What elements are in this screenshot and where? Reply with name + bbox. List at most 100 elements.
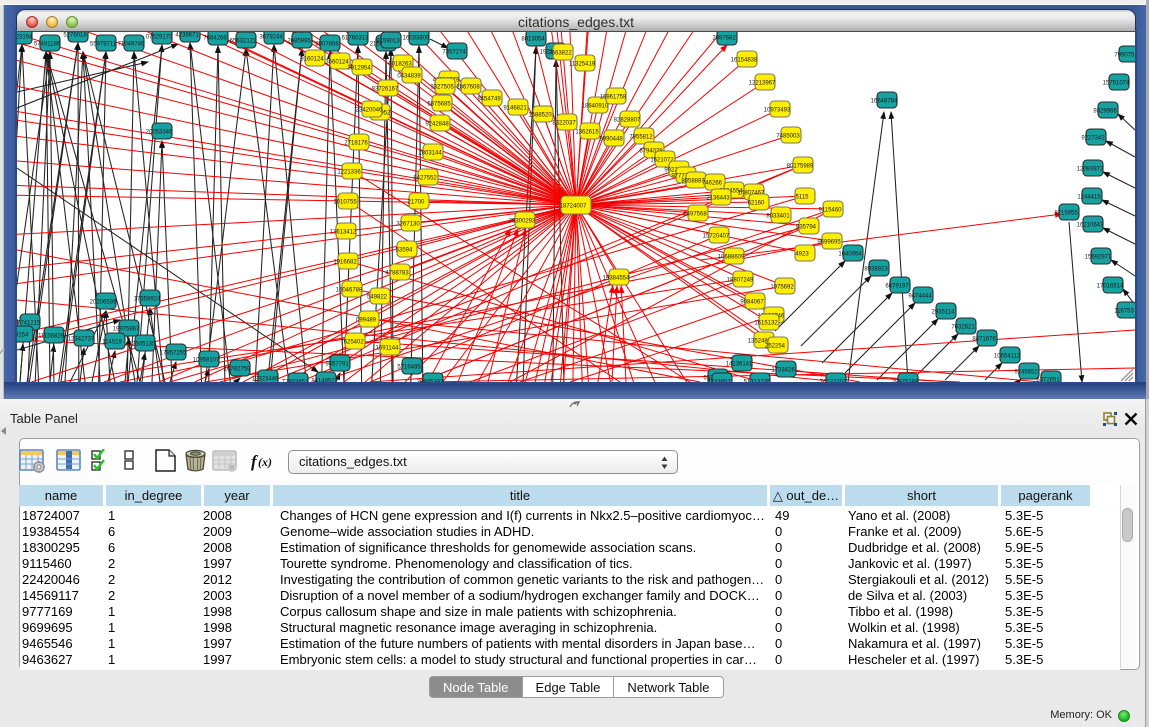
svg-text:7357274: 7357274 [442, 50, 466, 56]
svg-text:12323446: 12323446 [252, 377, 279, 383]
svg-text:1010755: 1010755 [333, 200, 357, 206]
svg-text:1588520: 1588520 [528, 113, 552, 119]
svg-text:21700: 21700 [408, 200, 425, 206]
svg-text:16961758: 16961758 [600, 95, 627, 101]
svg-text:1615132: 1615132 [754, 321, 778, 327]
svg-text:65632122: 65632122 [230, 39, 257, 45]
svg-text:9146821: 9146821 [503, 106, 527, 112]
svg-text:2718176: 2718176 [344, 141, 368, 147]
svg-text:8454749: 8454749 [477, 97, 501, 103]
svg-text:8471676: 8471676 [972, 337, 996, 343]
svg-text:25300293: 25300293 [509, 219, 536, 225]
svg-text:16046788: 16046788 [336, 288, 363, 294]
svg-text:16782759: 16782759 [224, 367, 251, 373]
svg-text:82828807: 82828807 [614, 118, 641, 124]
svg-text:19384554: 19384554 [603, 276, 630, 282]
svg-text:19975867: 19975867 [113, 327, 140, 333]
svg-text:2803144: 2803144 [418, 151, 442, 157]
svg-text:17359924: 17359924 [134, 297, 161, 303]
svg-text:17016514: 17016514 [1097, 284, 1124, 290]
svg-text:1916682: 1916682 [333, 260, 357, 266]
svg-text:9474444: 9474444 [908, 294, 932, 300]
svg-text:(x): (x) [258, 455, 272, 469]
svg-text:11325419: 11325419 [569, 62, 596, 68]
svg-text:29975288: 29975288 [892, 380, 919, 383]
svg-text:6372651: 6372651 [1036, 378, 1060, 383]
svg-text:7990751: 7990751 [1114, 53, 1135, 59]
svg-text:57491186: 57491186 [34, 42, 61, 48]
svg-text:9242848: 9242848 [425, 122, 449, 128]
svg-text:2685995: 2685995 [287, 39, 311, 45]
svg-text:23420046: 23420046 [356, 108, 383, 114]
svg-text:114519: 114519 [102, 340, 122, 346]
svg-text:8990448: 8990448 [599, 137, 623, 143]
svg-text:7632621: 7632621 [951, 325, 975, 331]
svg-text:7684268: 7684268 [203, 36, 227, 42]
svg-text:6497568: 6497568 [683, 212, 707, 218]
svg-text:116753: 116753 [1114, 309, 1134, 315]
svg-text:76122202: 76122202 [820, 380, 847, 383]
svg-text:8427552: 8427552 [413, 176, 437, 182]
svg-text:11156829: 11156829 [38, 334, 64, 340]
svg-text:8414852: 8414852 [311, 379, 335, 383]
svg-text:16154838: 16154838 [731, 58, 758, 64]
svg-text:2136443: 2136443 [706, 196, 730, 202]
svg-text:1362615: 1362615 [575, 130, 599, 136]
svg-text:9227342: 9227342 [1081, 136, 1105, 142]
svg-text:8322037: 8322037 [552, 121, 576, 127]
svg-text:8907866: 8907866 [315, 42, 339, 48]
svg-text:12213967: 12213967 [749, 81, 776, 87]
svg-text:1733426: 1733426 [771, 368, 795, 374]
svg-text:8813054: 8813054 [521, 37, 545, 43]
svg-text:3079244: 3079244 [259, 35, 283, 41]
svg-text:54323194: 54323194 [17, 35, 33, 41]
svg-text:7625402: 7625402 [340, 340, 364, 346]
svg-text:51313735: 51313735 [744, 380, 771, 383]
svg-text:6879197: 6879197 [885, 284, 909, 290]
svg-text:3660124: 3660124 [325, 60, 349, 66]
svg-text:16648784: 16648784 [871, 99, 898, 105]
svg-text:18807249: 18807249 [727, 278, 754, 284]
svg-text:4743957: 4743957 [707, 380, 731, 383]
svg-text:10973493: 10973493 [764, 108, 791, 114]
svg-text:62160: 62160 [748, 201, 765, 207]
svg-text:16033809: 16033809 [403, 36, 430, 42]
svg-text:39154: 39154 [17, 333, 29, 339]
svg-text:20206536: 20206536 [90, 300, 117, 306]
svg-text:3267130: 3267130 [396, 222, 420, 228]
svg-text:8033401: 8033401 [766, 214, 790, 220]
svg-text:7485003: 7485003 [776, 134, 800, 140]
svg-text:80175989: 80175989 [787, 164, 814, 170]
svg-text:5276018: 5276018 [63, 33, 87, 39]
svg-text:4236671: 4236671 [175, 33, 199, 39]
svg-text:13613412: 13613412 [330, 230, 357, 236]
svg-text:7663822: 7663822 [548, 51, 572, 57]
svg-text:4923: 4923 [795, 252, 809, 258]
svg-text:1221336: 1221336 [337, 170, 361, 176]
svg-text:16210643: 16210643 [1077, 223, 1104, 229]
svg-text:2867608: 2867608 [456, 85, 480, 91]
svg-text:53594: 53594 [396, 248, 413, 254]
svg-text:0434839: 0434839 [397, 74, 421, 80]
svg-text:9457791: 9457791 [325, 362, 349, 368]
svg-text:10688609: 10688609 [718, 255, 745, 261]
svg-text:17957255: 17957255 [160, 351, 187, 357]
svg-text:549822: 549822 [367, 295, 388, 301]
svg-text:746266: 746266 [702, 181, 723, 187]
svg-text:55979711: 55979711 [90, 42, 117, 48]
svg-text:1244415: 1244415 [1077, 195, 1101, 201]
svg-text:15720407: 15720407 [703, 234, 730, 240]
svg-text:9160124: 9160124 [300, 57, 324, 63]
svg-text:2087682: 2087682 [712, 36, 736, 42]
svg-text:72803852: 72803852 [282, 380, 309, 383]
svg-text:71049746: 71049746 [118, 42, 145, 48]
svg-text:14136141: 14136141 [726, 362, 753, 368]
svg-text:38885393: 38885393 [417, 380, 444, 383]
svg-text:15692971: 15692971 [1085, 255, 1112, 261]
svg-text:9245652: 9245652 [1014, 370, 1038, 376]
svg-text:2935114: 2935114 [932, 310, 956, 316]
svg-text:935794: 935794 [796, 225, 817, 231]
svg-text:83726167: 83726167 [372, 87, 399, 93]
svg-text:15751074: 15751074 [1103, 81, 1130, 87]
svg-text:12505135: 12505135 [129, 342, 156, 348]
